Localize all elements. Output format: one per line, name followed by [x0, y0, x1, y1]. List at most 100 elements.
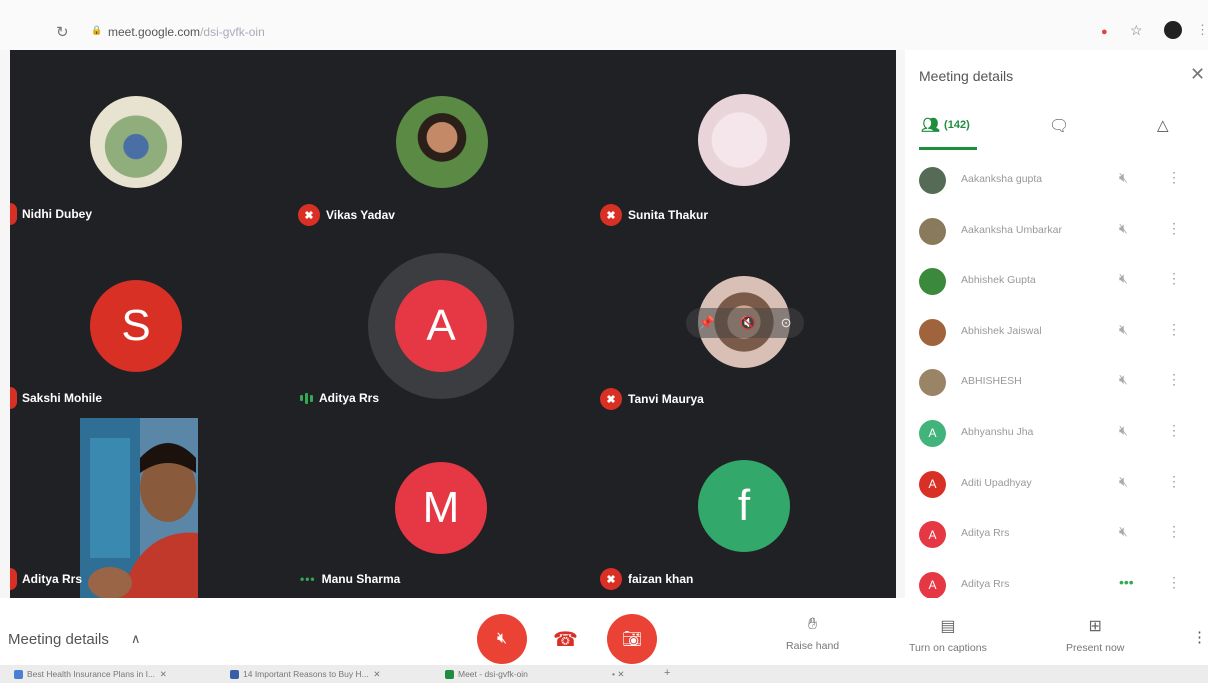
remove-icon[interactable]: ⊙: [781, 315, 792, 331]
more-options-icon[interactable]: ⋮: [1192, 628, 1207, 646]
people-icon: 👥︎: [921, 117, 941, 134]
mic-off-icon[interactable]: 🔇︎: [1119, 422, 1128, 439]
mic-off-icon[interactable]: 🔇︎: [1119, 473, 1128, 490]
mic-off-icon[interactable]: 🔇︎: [1119, 523, 1128, 540]
more-options-icon[interactable]: ⋮: [1167, 321, 1181, 338]
avatar: [919, 217, 946, 245]
participant-name: Aditya Rrs: [319, 391, 380, 405]
browser-tab[interactable]: Best Health Insurance Plans in I... ✕: [14, 669, 167, 680]
address-bar[interactable]: meet.google.com/dsi-gvfk-oin: [108, 25, 265, 39]
mute-indicator: [10, 387, 17, 409]
tab-controls[interactable]: • ✕: [612, 669, 624, 680]
more-options-icon[interactable]: ⋮: [1167, 523, 1181, 540]
list-item[interactable]: Aakanksha gupta 🔇︎ ⋮: [905, 156, 1208, 207]
chevron-up-icon[interactable]: ∧: [131, 631, 141, 647]
mic-off-icon[interactable]: 🔇︎: [1119, 220, 1128, 237]
list-item[interactable]: Aakanksha Umbarkar 🔇︎ ⋮: [905, 207, 1208, 258]
mic-off-icon[interactable]: 🔇︎: [1119, 169, 1128, 186]
reload-icon[interactable]: ↻: [56, 23, 69, 41]
mic-off-icon[interactable]: 🔇︎: [1119, 321, 1128, 338]
participant-name: faizan khan: [628, 572, 694, 586]
participant-photo-nidhi: [90, 96, 182, 188]
close-icon[interactable]: ✕: [160, 669, 167, 679]
list-item[interactable]: A Aditi Upadhyay 🔇︎ ⋮: [905, 460, 1208, 511]
participant-name: Nidhi Dubey: [22, 207, 93, 221]
bookmark-star-icon[interactable]: ☆: [1130, 22, 1143, 39]
participant-name: Abhyanshu Jha: [961, 425, 1034, 438]
panel-tabs: 👥︎ (142) 🗨︎ △: [905, 112, 1208, 152]
browser-tab[interactable]: Meet - dsi-gvfk-oin: [445, 669, 528, 680]
mic-off-icon[interactable]: 🔇︎: [1119, 270, 1128, 287]
participant-name: Aditya Rrs: [961, 527, 1010, 540]
close-icon[interactable]: ✕: [1190, 64, 1205, 85]
browser-tab-strip: Best Health Insurance Plans in I... ✕ 14…: [0, 665, 1208, 683]
present-now-button[interactable]: ⊞ Present now: [1066, 616, 1124, 654]
tab-activities[interactable]: △: [1157, 116, 1169, 134]
lock-icon[interactable]: 🔒: [91, 25, 102, 36]
speaking-equalizer-icon: [300, 390, 313, 406]
participant-name-label: ✖ Vikas Yadav: [298, 204, 395, 226]
more-options-icon[interactable]: ⋮: [1167, 422, 1181, 439]
microphone-toggle-button[interactable]: 🔇︎: [477, 614, 527, 664]
mic-off-icon: 🔇︎: [496, 630, 508, 647]
tile-hover-controls[interactable]: 📌 🔇 ⊙: [686, 308, 804, 338]
more-options-icon[interactable]: ⋮: [1167, 371, 1181, 388]
list-item[interactable]: A Aditya Rrs 🔇︎ ⋮: [905, 510, 1208, 561]
self-video-feed: [80, 418, 198, 598]
mute-indicator: [10, 568, 17, 590]
mute-participant-icon[interactable]: 🔇: [740, 315, 756, 331]
tab-chat[interactable]: 🗨︎: [1049, 116, 1069, 136]
participant-list: Aakanksha gupta 🔇︎ ⋮ Aakanksha Umbarkar …: [905, 156, 1208, 611]
camera-toggle-button[interactable]: 📷︎: [607, 614, 657, 664]
close-icon[interactable]: ✕: [373, 669, 380, 679]
leave-call-button[interactable]: ☎︎: [553, 627, 578, 652]
tab-favicon: [14, 670, 23, 680]
chat-icon: 🗨︎: [1049, 118, 1070, 135]
captions-icon: ▤: [940, 618, 956, 635]
more-options-icon[interactable]: ⋮: [1167, 270, 1181, 287]
video-grid: Nidhi Dubey ✖ Vikas Yadav ✖ Sunita Thaku…: [10, 50, 896, 598]
participant-name: Aditya Rrs: [22, 572, 83, 586]
extension-icon[interactable]: ●: [1101, 26, 1108, 38]
participant-avatar-letter: S: [90, 280, 182, 372]
more-options-icon[interactable]: ⋮: [1167, 473, 1181, 490]
avatar: A: [919, 521, 946, 549]
list-item[interactable]: Abhishek Gupta 🔇︎ ⋮: [905, 257, 1208, 308]
participant-name: Aditi Upadhyay: [961, 476, 1032, 489]
participant-name: Tanvi Maurya: [628, 392, 704, 406]
raise-hand-button[interactable]: ✋︎ Raise hand: [786, 616, 839, 652]
mic-off-icon: ✖: [298, 204, 320, 226]
mic-off-icon: ✖: [600, 388, 622, 410]
captions-button[interactable]: ▤ Turn on captions: [909, 616, 987, 654]
participant-name-label: Sakshi Mohile: [22, 391, 102, 405]
phone-hangup-icon: ☎︎: [553, 629, 578, 651]
list-item[interactable]: Abhishek Jaiswal 🔇︎ ⋮: [905, 308, 1208, 359]
mute-indicator: [10, 203, 17, 225]
meeting-controls-bar: Meeting details ∧ 🔇︎ ☎︎ 📷︎ ✋︎ Raise hand…: [0, 598, 1208, 665]
profile-avatar[interactable]: [1164, 21, 1182, 39]
captions-label: Turn on captions: [909, 642, 987, 654]
tab-people[interactable]: 👥︎ (142): [921, 116, 970, 134]
avatar: A: [919, 470, 946, 498]
active-tab-indicator: [919, 147, 977, 150]
more-options-icon[interactable]: ⋮: [1167, 169, 1181, 186]
list-item[interactable]: ABHISHESH 🔇︎ ⋮: [905, 358, 1208, 409]
mic-off-icon: ✖: [600, 204, 622, 226]
more-options-icon[interactable]: ⋮: [1167, 574, 1181, 591]
pin-icon[interactable]: 📌: [698, 315, 714, 331]
browser-menu-icon[interactable]: ⋮: [1196, 22, 1208, 38]
mic-off-icon[interactable]: 🔇︎: [1119, 371, 1128, 388]
meeting-details-toggle[interactable]: Meeting details: [8, 631, 109, 648]
participant-name: Vikas Yadav: [326, 208, 395, 222]
avatar: [919, 167, 946, 194]
url-path: /dsi-gvfk-oin: [200, 25, 265, 39]
list-item[interactable]: A Abhyanshu Jha 🔇︎ ⋮: [905, 409, 1208, 460]
new-tab-icon[interactable]: +: [664, 667, 670, 679]
browser-tab[interactable]: 14 Important Reasons to Buy H... ✕: [230, 669, 381, 680]
participant-name: ABHISHESH: [961, 375, 1022, 388]
hand-icon: ✋︎: [808, 616, 818, 633]
participant-name-label: ✖ faizan khan: [600, 568, 693, 590]
participant-name: Sunita Thakur: [628, 208, 709, 222]
more-options-icon[interactable]: ⋮: [1167, 220, 1181, 237]
speaking-dots-icon: •••: [1119, 573, 1134, 590]
